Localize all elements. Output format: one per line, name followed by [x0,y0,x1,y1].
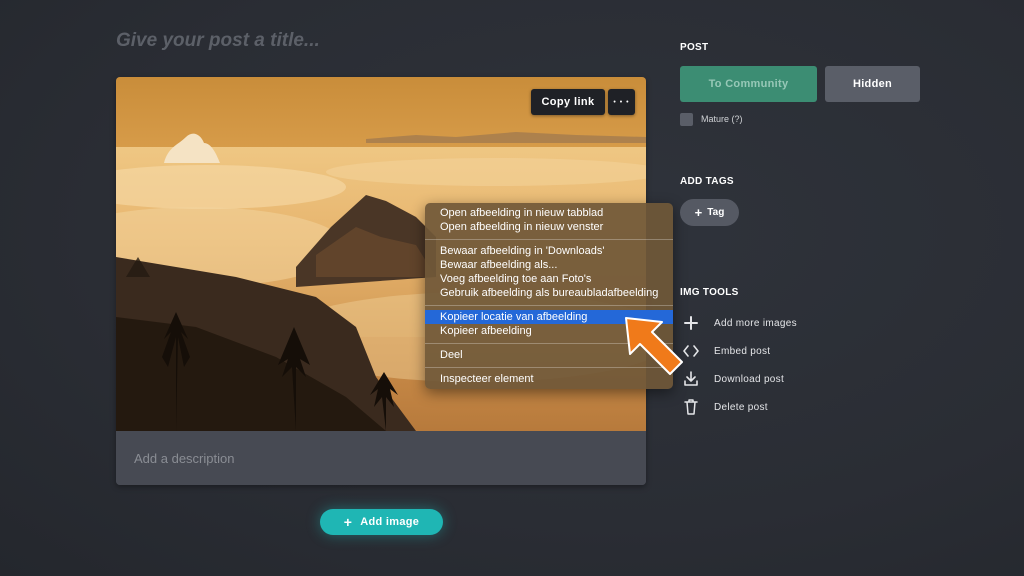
menu-item-save-as[interactable]: Bewaar afbeelding als... [425,258,673,272]
download-post-button[interactable]: Download post [680,369,830,389]
menu-item-open-new-window[interactable]: Open afbeelding in nieuw venster [425,220,673,234]
menu-item-add-to-photos[interactable]: Voeg afbeelding toe aan Foto's [425,272,673,286]
add-more-images-button[interactable]: Add more images [680,313,830,333]
menu-item-open-new-tab[interactable]: Open afbeelding in nieuw tabblad [425,206,673,220]
add-tags-heading: ADD TAGS [680,176,734,187]
post-heading: POST [680,42,709,53]
add-image-label: Add image [360,516,420,528]
tag-label: Tag [707,207,725,218]
menu-separator [425,305,673,306]
more-icon: • • • [613,98,630,106]
hidden-button[interactable]: Hidden [825,66,920,102]
tool-label: Delete post [714,401,768,413]
tool-label: Download post [714,373,785,385]
tool-label: Embed post [714,345,771,357]
delete-post-button[interactable]: Delete post [680,397,830,417]
pointer-arrow-icon [625,317,683,375]
mature-checkbox[interactable] [680,113,693,126]
copy-link-button[interactable]: Copy link [531,89,605,115]
download-icon [680,369,702,389]
add-image-button[interactable]: + Add image [320,509,443,535]
menu-item-save-to-downloads[interactable]: Bewaar afbeelding in 'Downloads' [425,244,673,258]
trash-icon [680,397,702,417]
to-community-button[interactable]: To Community [680,66,817,102]
embed-post-button[interactable]: Embed post [680,341,830,361]
plus-icon: + [694,205,703,220]
more-options-button[interactable]: • • • [608,89,635,115]
plus-icon [680,313,702,333]
description-input[interactable] [116,431,646,485]
add-tag-button[interactable]: + Tag [680,199,739,226]
menu-item-use-as-desktop[interactable]: Gebruik afbeelding als bureaubladafbeeld… [425,286,673,300]
mature-label: Mature (?) [701,114,743,124]
plus-icon: + [343,514,353,530]
img-tools-heading: IMG TOOLS [680,287,739,298]
code-icon [680,341,702,361]
menu-separator [425,239,673,240]
post-title-input[interactable] [116,27,636,55]
tool-label: Add more images [714,317,797,329]
